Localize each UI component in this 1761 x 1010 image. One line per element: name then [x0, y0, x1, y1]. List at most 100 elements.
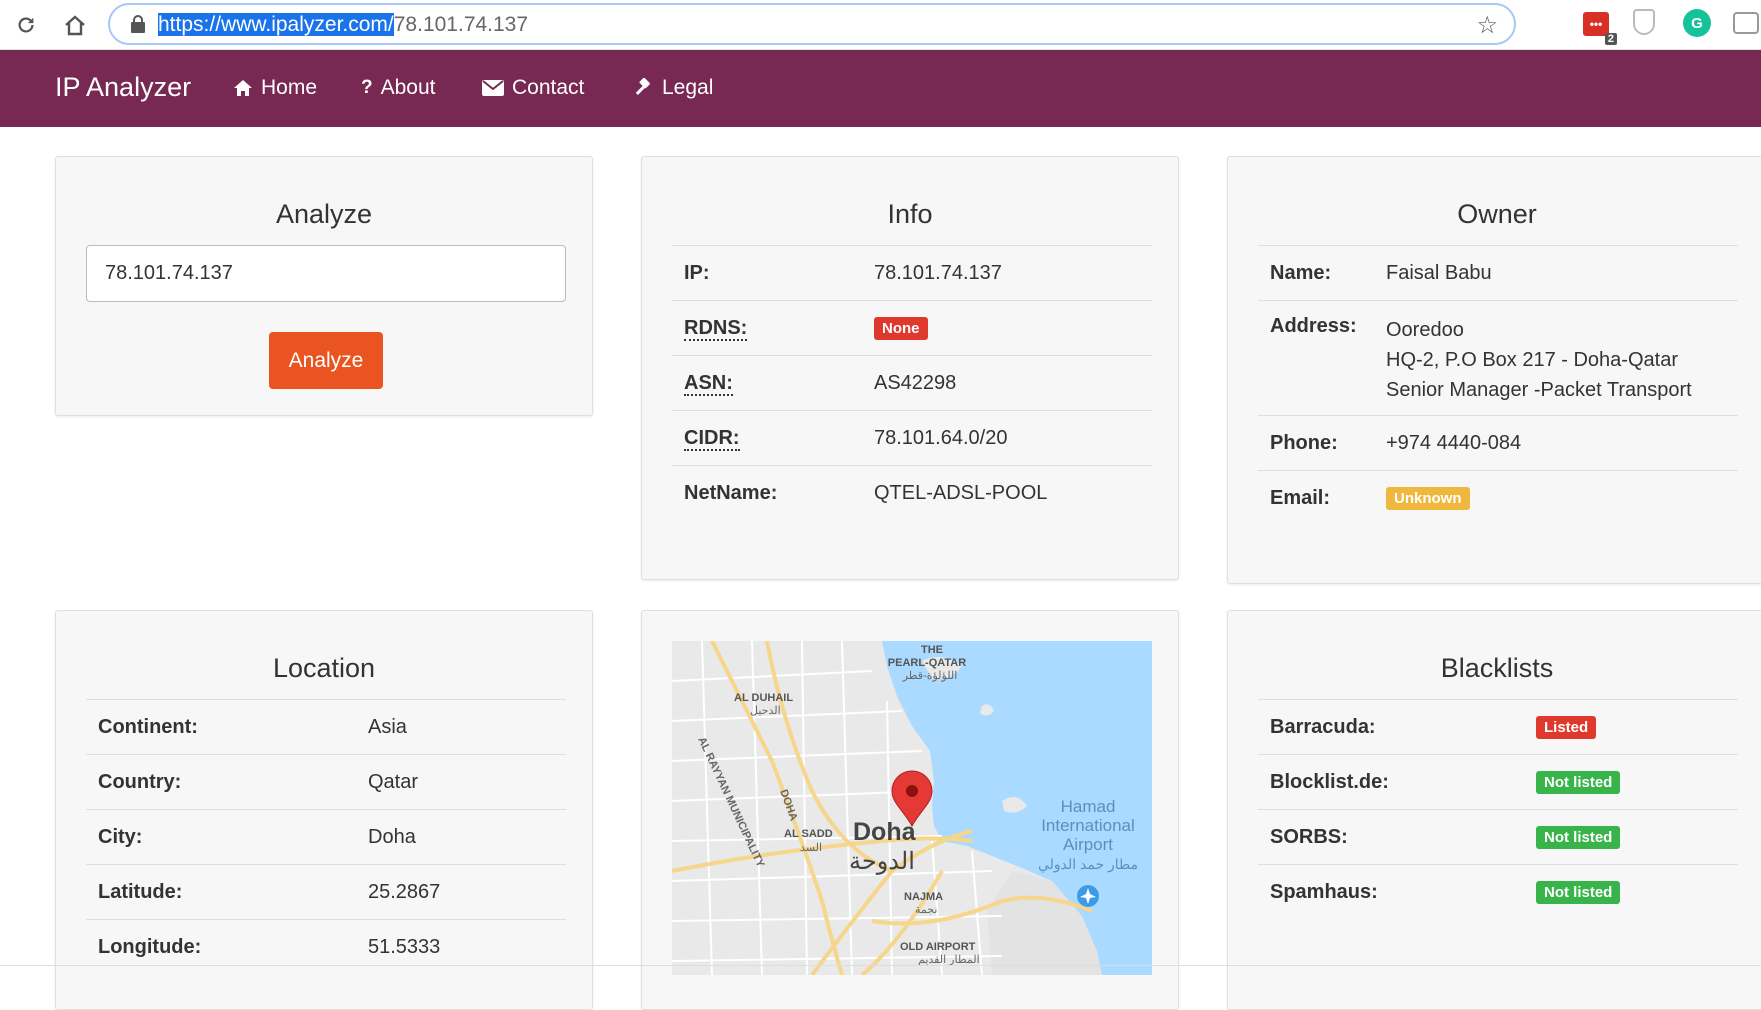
map-label-doha-ar: الدوحة: [849, 848, 915, 875]
blacklist-value-cell: Not listed: [1524, 864, 1738, 920]
owner-value-cell: Unknown: [1374, 470, 1738, 526]
nav-about[interactable]: ? About: [361, 76, 436, 100]
viewport-bottom-edge: [0, 965, 1761, 966]
blacklist-status-badge: Not listed: [1536, 881, 1621, 905]
info-panel: Info IP: 78.101.74.137 RDNS: None ASN: A…: [641, 156, 1179, 580]
owner-panel: Owner Name: Faisal Babu Address: Ooredoo…: [1227, 156, 1761, 584]
info-row-netname: NetName: QTEL-ADSL-POOL: [672, 465, 1152, 521]
bookmark-star-icon[interactable]: ☆: [1476, 11, 1498, 39]
location-value: 25.2867: [356, 864, 566, 920]
gavel-icon: [635, 78, 650, 95]
map-label-najma-ar: نجمة: [915, 904, 937, 916]
location-row: City: Doha: [86, 809, 566, 865]
nav-contact[interactable]: Contact: [482, 76, 584, 100]
nav-legal[interactable]: Legal: [634, 76, 713, 100]
owner-value: Faisal Babu: [1374, 245, 1738, 301]
email-badge: Unknown: [1386, 487, 1470, 511]
info-row-asn: ASN: AS42298: [672, 355, 1152, 411]
browser-toolbar: https://www.ipalyzer.com/78.101.74.137 ☆…: [0, 0, 1761, 50]
blacklist-status-badge: Not listed: [1536, 826, 1621, 849]
url-text[interactable]: https://www.ipalyzer.com/78.101.74.137: [158, 13, 528, 37]
map-label-pearl: PEARL-QATAR: [888, 657, 966, 669]
info-value-cell: None: [862, 300, 1152, 356]
map-label-hamad-ar: مطار حمد الدولي: [1038, 856, 1138, 873]
info-key[interactable]: ASN:: [672, 355, 862, 411]
blacklist-status-badge: Not listed: [1536, 771, 1621, 794]
map-label-pearl: THE: [921, 644, 943, 656]
owner-row-name: Name: Faisal Babu: [1258, 245, 1738, 301]
owner-row-phone: Phone: +974 4440-084: [1258, 415, 1738, 471]
inbox-icon[interactable]: [1733, 12, 1759, 34]
location-table: Continent: Asia Country: Qatar City: Doh…: [86, 699, 566, 975]
blacklists-title: Blacklists: [1440, 653, 1554, 683]
owner-key: Email:: [1258, 470, 1374, 526]
reload-icon[interactable]: [10, 9, 42, 41]
map-label-hamad: International: [1041, 816, 1135, 835]
blacklist-row: SORBS: Not listed: [1258, 809, 1738, 865]
info-row-cidr: CIDR: 78.101.64.0/20: [672, 410, 1152, 466]
owner-key: Phone:: [1258, 415, 1374, 471]
info-key[interactable]: CIDR:: [672, 410, 862, 466]
address-line: Senior Manager -Packet Transport: [1386, 379, 1692, 401]
info-value: AS42298: [862, 355, 1152, 411]
blacklist-row: Spamhaus: Not listed: [1258, 864, 1738, 920]
map-label-duhail: AL DUHAIL: [734, 692, 793, 704]
info-value: QTEL-ADSL-POOL: [862, 465, 1152, 521]
info-title: Info: [887, 199, 933, 229]
info-row-rdns: RDNS: None: [672, 300, 1152, 356]
map[interactable]: THE PEARL-QATAR اللؤلؤة-قطر AL DUHAIL ال…: [672, 641, 1152, 975]
nav-home[interactable]: Home: [233, 76, 317, 100]
nav-legal-label: Legal: [662, 76, 714, 99]
info-row-ip: IP: 78.101.74.137: [672, 245, 1152, 301]
grammarly-icon[interactable]: G: [1683, 9, 1711, 37]
location-key: Latitude:: [86, 864, 356, 920]
shield-icon[interactable]: [1633, 9, 1655, 35]
analyze-button[interactable]: Analyze: [269, 332, 383, 389]
map-label-najma: NAJMA: [904, 891, 943, 903]
location-key: City:: [86, 809, 356, 865]
brand-link[interactable]: IP Analyzer: [55, 72, 191, 103]
owner-key: Name:: [1258, 245, 1374, 301]
map-label-duhail-ar: الدحيل: [750, 705, 781, 717]
extension-red-icon[interactable]: ••• 2: [1583, 12, 1617, 45]
question-icon: ?: [361, 77, 373, 98]
nav-about-label: About: [380, 76, 436, 99]
blacklist-key: SORBS:: [1258, 809, 1524, 865]
location-key: Continent:: [86, 699, 356, 755]
blacklist-row: Barracuda: Listed: [1258, 699, 1738, 755]
map-panel: THE PEARL-QATAR اللؤلؤة-قطر AL DUHAIL ال…: [641, 610, 1179, 1010]
info-table: IP: 78.101.74.137 RDNS: None ASN: AS4229…: [672, 245, 1152, 521]
map-label-old-airport: OLD AIRPORT: [900, 941, 976, 953]
analyze-title: Analyze: [275, 199, 373, 229]
location-panel: Location Continent: Asia Country: Qatar …: [55, 610, 593, 1010]
location-row: Latitude: 25.2867: [86, 864, 566, 920]
location-key: Country:: [86, 754, 356, 810]
blacklist-status-badge: Listed: [1536, 716, 1597, 739]
lock-icon[interactable]: [130, 15, 146, 33]
location-key: Longitude:: [86, 919, 356, 975]
blacklist-row: Blocklist.de: Not listed: [1258, 754, 1738, 810]
blacklist-value-cell: Listed: [1524, 699, 1738, 755]
ip-input[interactable]: 78.101.74.137: [86, 245, 566, 302]
location-value: Qatar: [356, 754, 566, 810]
map-label-pearl-ar: اللؤلؤة-قطر: [902, 670, 958, 682]
address-bar[interactable]: https://www.ipalyzer.com/78.101.74.137 ☆: [108, 3, 1516, 45]
location-title: Location: [272, 653, 376, 683]
blacklist-value-cell: Not listed: [1524, 809, 1738, 865]
owner-row-email: Email: Unknown: [1258, 470, 1738, 526]
location-value: Doha: [356, 809, 566, 865]
blacklists-table: Barracuda: Listed Blocklist.de: Not list…: [1258, 699, 1738, 920]
blacklist-value-cell: Not listed: [1524, 754, 1738, 810]
envelope-icon: [482, 80, 504, 96]
home-icon[interactable]: [59, 9, 91, 41]
address-line: HQ-2, P.O Box 217 - Doha-Qatar: [1386, 349, 1678, 371]
map-label-sadd: AL SADD: [784, 828, 833, 840]
site-navbar: IP Analyzer Home ? About Contact Legal: [0, 50, 1761, 127]
location-row: Continent: Asia: [86, 699, 566, 755]
map-label-hamad: Airport: [1063, 835, 1113, 854]
nav-home-label: Home: [261, 76, 318, 99]
info-key[interactable]: RDNS:: [672, 300, 862, 356]
blacklist-key: Spamhaus:: [1258, 864, 1524, 920]
map-label-hamad: Hamad: [1061, 797, 1116, 816]
owner-table: Name: Faisal Babu Address: Ooredoo HQ-2,…: [1258, 245, 1738, 526]
